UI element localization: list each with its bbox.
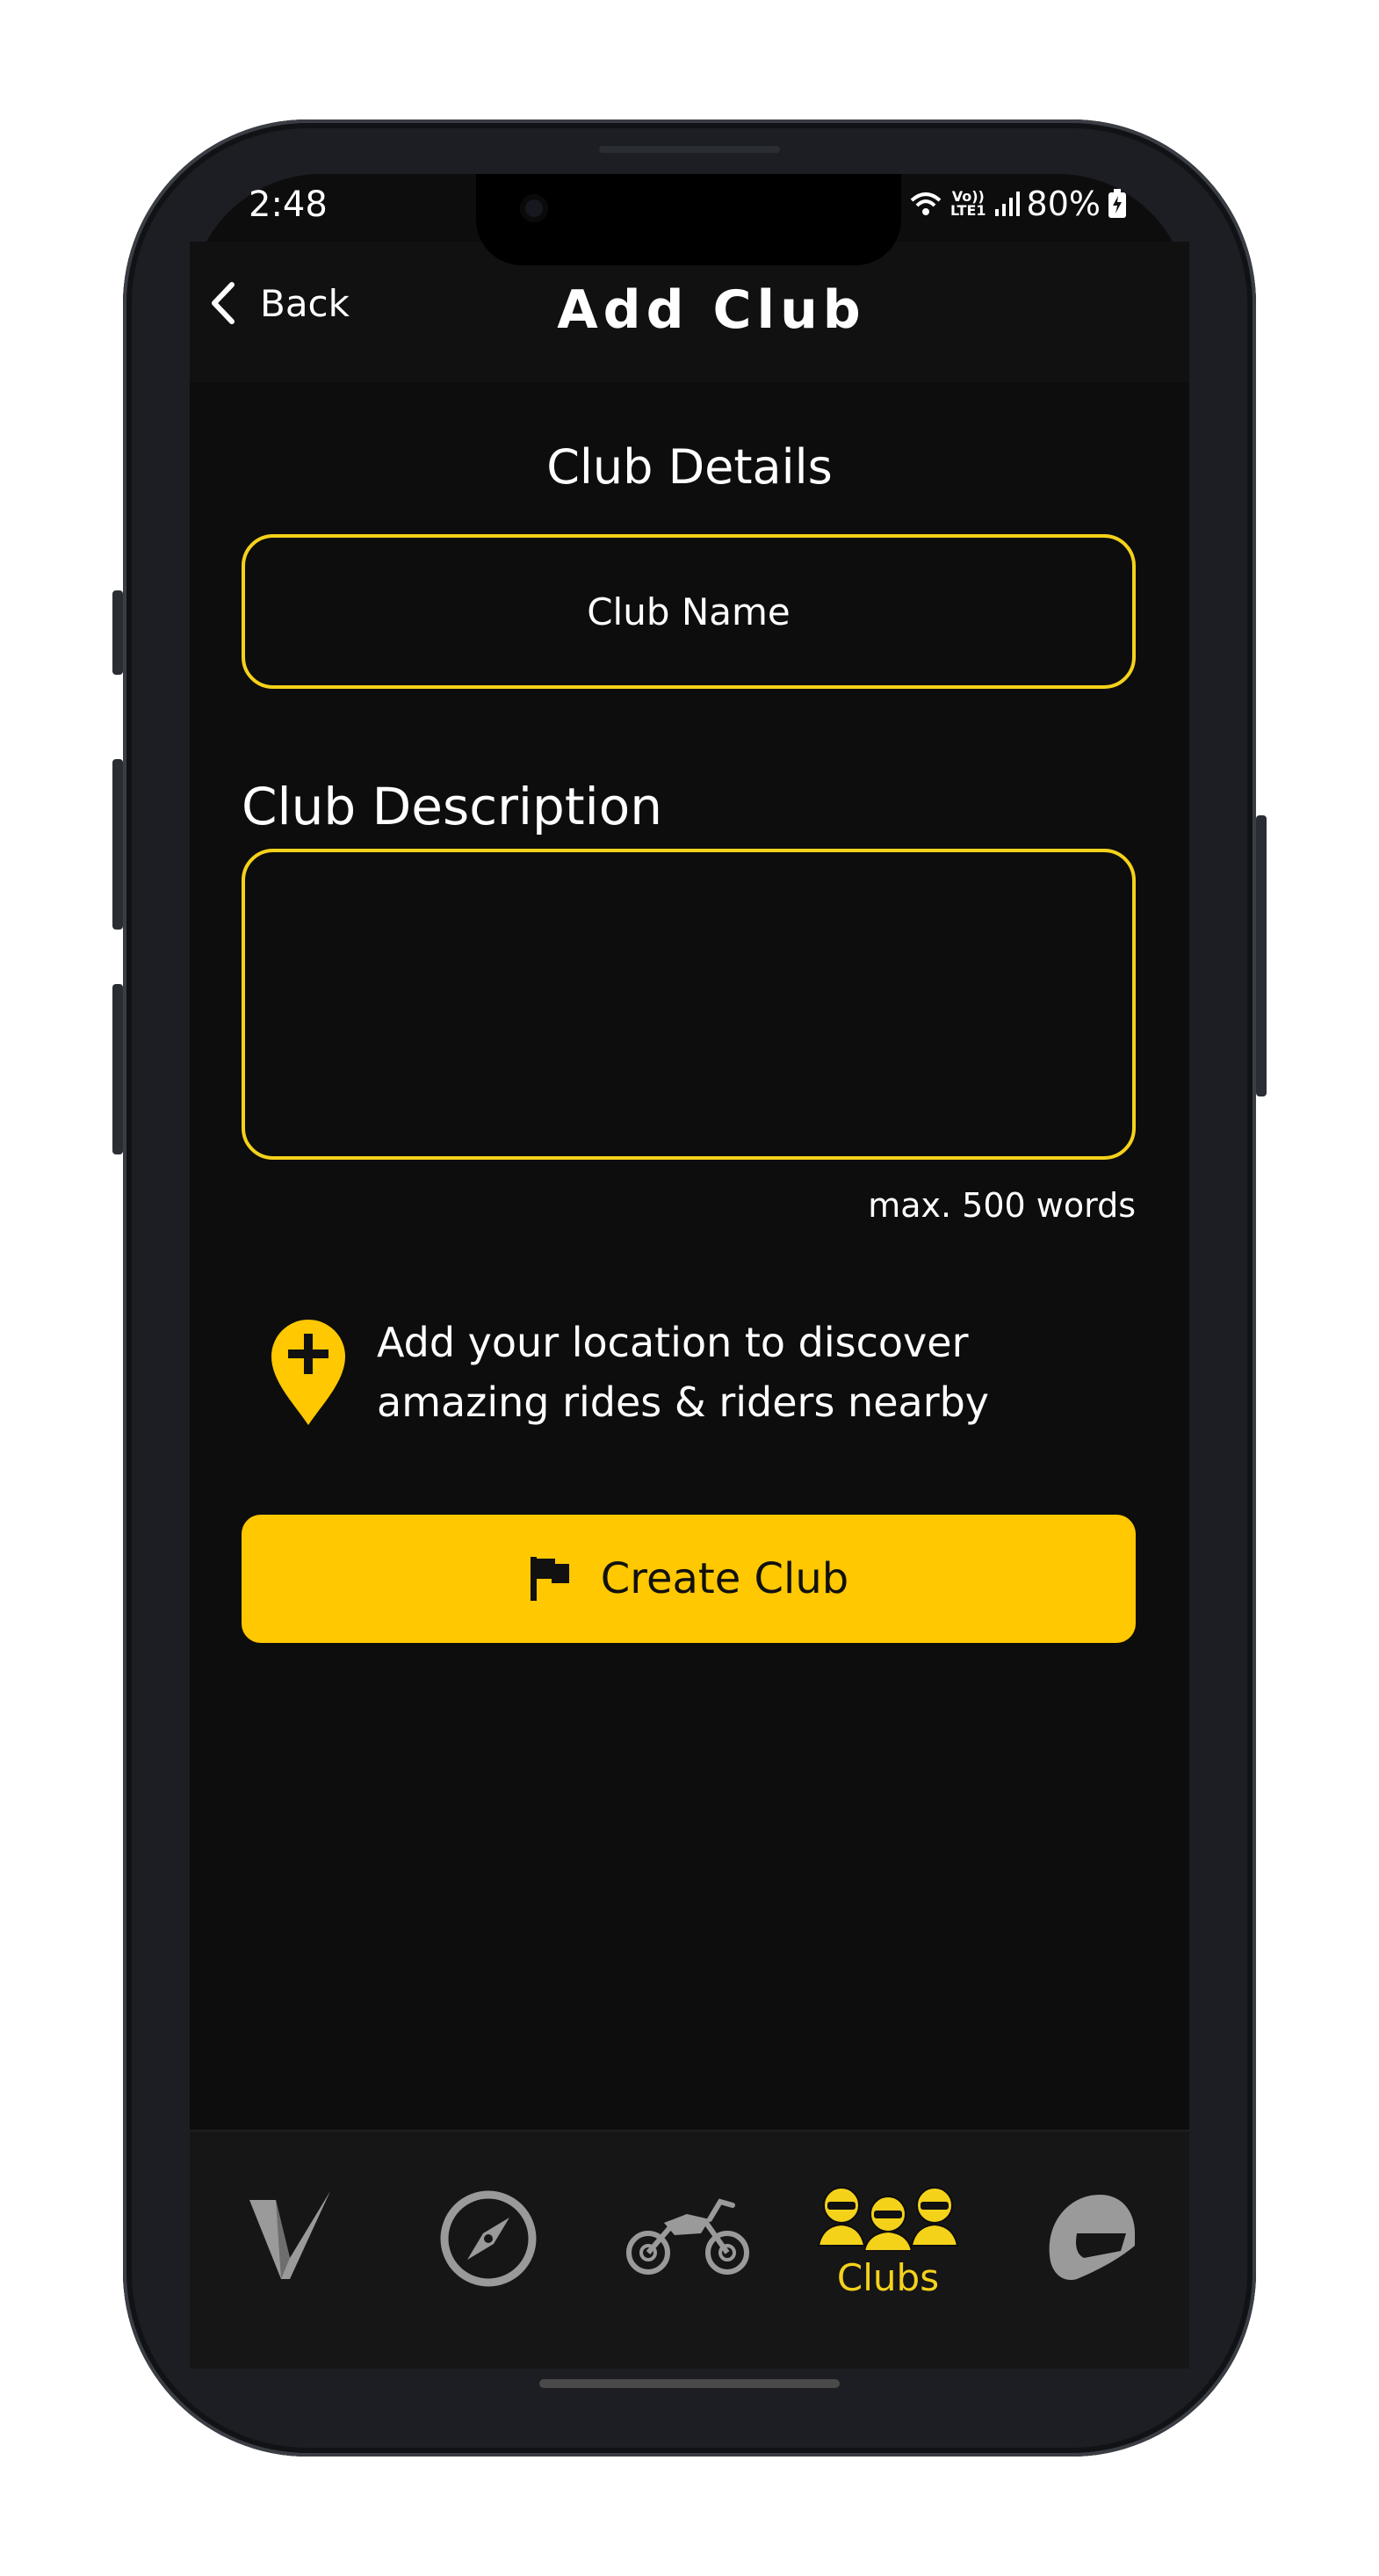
signal-icon — [994, 192, 1020, 216]
volume-up-button — [112, 590, 123, 675]
chevron-left-icon — [212, 282, 235, 324]
page-title: Add Club — [557, 279, 866, 341]
club-name-placeholder: Club Name — [587, 590, 791, 633]
compass-icon — [440, 2190, 537, 2287]
create-club-button[interactable]: Create Club — [242, 1515, 1136, 1643]
lte-label: LTE1 — [950, 202, 986, 219]
battery-percent: 80% — [1026, 185, 1101, 223]
section-title: Club Details — [546, 439, 833, 495]
club-name-input[interactable]: Club Name — [242, 534, 1136, 689]
speaker-grille — [599, 146, 780, 153]
club-description-textarea[interactable] — [242, 849, 1136, 1160]
volume-down-button — [112, 759, 123, 930]
tab-clubs-label: Clubs — [836, 2256, 940, 2299]
create-club-label: Create Club — [600, 1554, 849, 1603]
wifi-icon — [910, 192, 942, 215]
logo-v-icon — [249, 2191, 330, 2279]
tab-clubs[interactable]: Clubs — [815, 2182, 961, 2299]
tab-profile[interactable] — [1042, 2189, 1137, 2286]
battery-charging-icon — [1108, 189, 1126, 218]
power-button — [1256, 815, 1267, 1096]
add-location-pin-icon — [271, 1320, 345, 1425]
front-camera — [520, 194, 548, 222]
status-icons: Vo)) LTE1 80% — [908, 185, 1127, 223]
tab-home[interactable] — [246, 2189, 334, 2281]
home-indicator[interactable] — [539, 2379, 840, 2388]
riders-group-icon — [817, 2187, 959, 2251]
back-button[interactable]: Back — [207, 281, 350, 325]
word-limit-hint: max. 500 words — [868, 1186, 1136, 1225]
helmet-icon — [1049, 2195, 1135, 2281]
status-time: 2:48 — [249, 185, 328, 225]
add-location-row[interactable]: Add your location to discover amazing ri… — [268, 1313, 1044, 1432]
tab-rides[interactable] — [625, 2196, 750, 2276]
app-screen — [190, 174, 1189, 2367]
silent-switch — [112, 984, 123, 1154]
back-label: Back — [260, 281, 350, 325]
tab-explore[interactable] — [439, 2189, 538, 2288]
motorcycle-icon — [626, 2198, 749, 2275]
add-location-text: Add your location to discover amazing ri… — [377, 1319, 990, 1426]
flag-icon — [530, 1557, 569, 1601]
club-description-label: Club Description — [242, 777, 662, 836]
network-type: Vo)) LTE1 — [950, 190, 986, 218]
